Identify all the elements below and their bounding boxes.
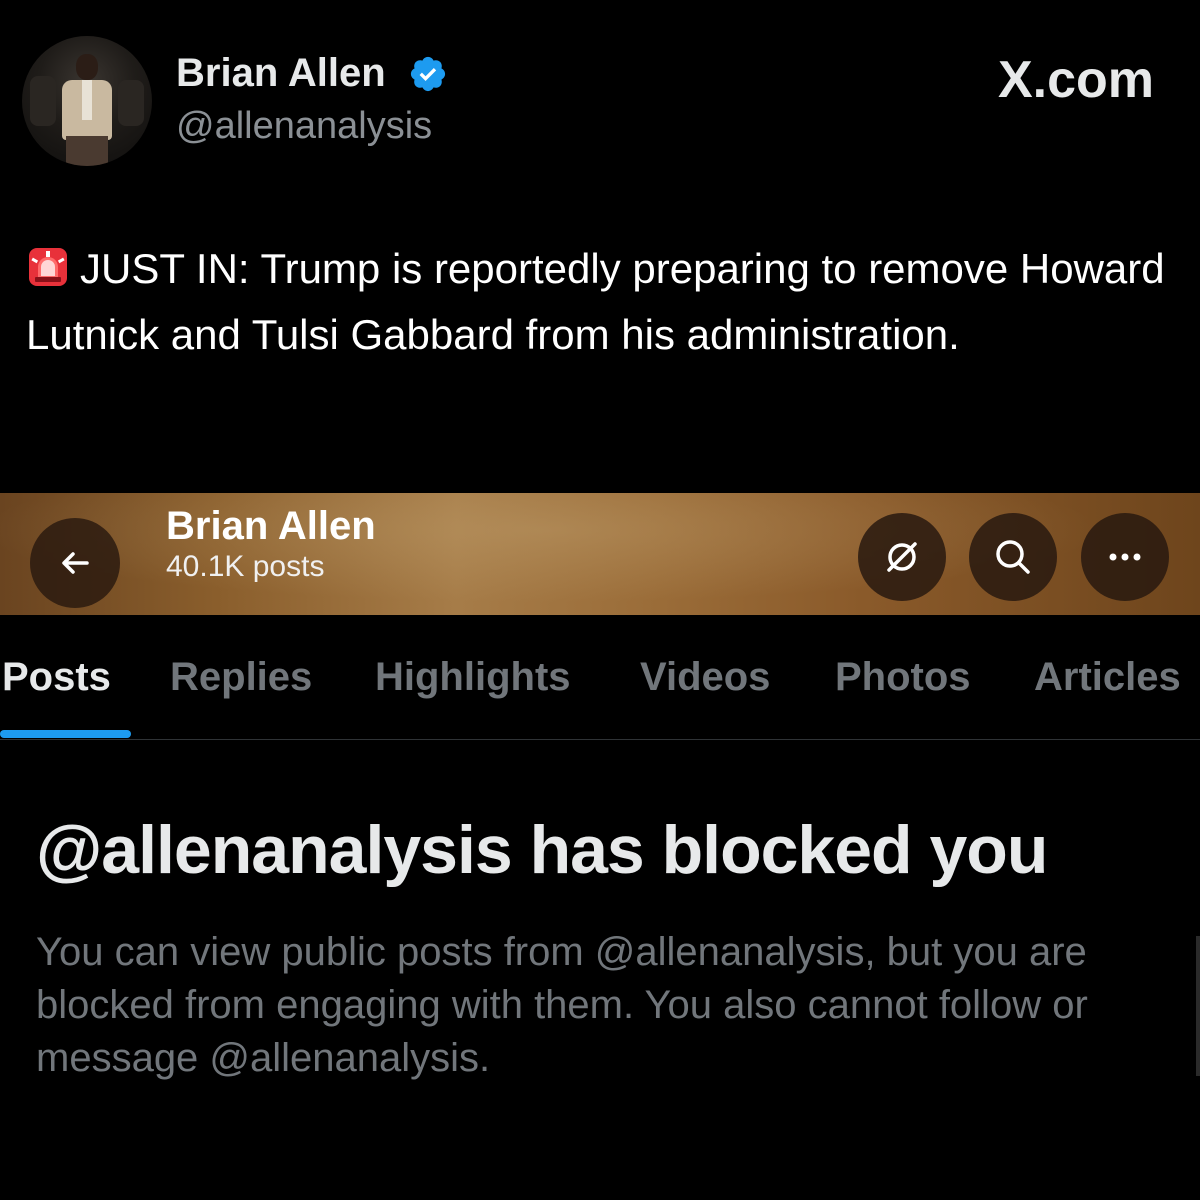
brand-text: X.com — [997, 51, 1154, 109]
search-icon — [996, 540, 1030, 574]
blocked-title: @allenanalysis has blocked you — [36, 812, 1048, 888]
profile-tabs: Posts Replies Highlights Videos Photos A… — [0, 618, 1200, 740]
profile-name: Brian Allen — [166, 504, 376, 548]
tab-replies[interactable]: Replies — [170, 654, 312, 700]
tab-posts[interactable]: Posts — [2, 654, 111, 700]
scrollbar[interactable] — [1196, 936, 1200, 1076]
arrow-left-icon — [62, 552, 89, 574]
blocked-description: You can view public posts from @allenana… — [36, 930, 1088, 1080]
author-display-name[interactable]: Brian Allen — [176, 50, 386, 96]
rotating-light-icon — [29, 248, 67, 286]
more-options-button[interactable] — [1081, 513, 1169, 601]
tweet-body: JUST IN: Trump is reportedly preparing t… — [26, 245, 1165, 358]
grok-button[interactable] — [858, 513, 946, 601]
active-tab-indicator — [0, 730, 131, 738]
tweet-header: Brian Allen @allenanalysis X.com — [0, 0, 1200, 200]
post-count: 40.1K posts — [166, 550, 325, 583]
tab-videos[interactable]: Videos — [640, 654, 770, 700]
tweet-text: JUST IN: Trump is reportedly preparing t… — [26, 236, 1186, 368]
verified-badge-icon — [410, 56, 446, 92]
tab-photos[interactable]: Photos — [835, 654, 971, 700]
back-button[interactable] — [30, 518, 120, 608]
x-brand-watermark: X.com — [998, 52, 1154, 108]
author-handle[interactable]: @allenanalysis — [176, 104, 432, 148]
tab-articles[interactable]: Articles — [1034, 654, 1181, 700]
profile-header-bar: Brian Allen 40.1K posts — [0, 493, 1200, 615]
grok-icon — [887, 542, 917, 572]
more-horizontal-icon — [1109, 553, 1141, 561]
tab-highlights[interactable]: Highlights — [375, 654, 571, 700]
search-button[interactable] — [969, 513, 1057, 601]
avatar[interactable] — [22, 36, 152, 166]
